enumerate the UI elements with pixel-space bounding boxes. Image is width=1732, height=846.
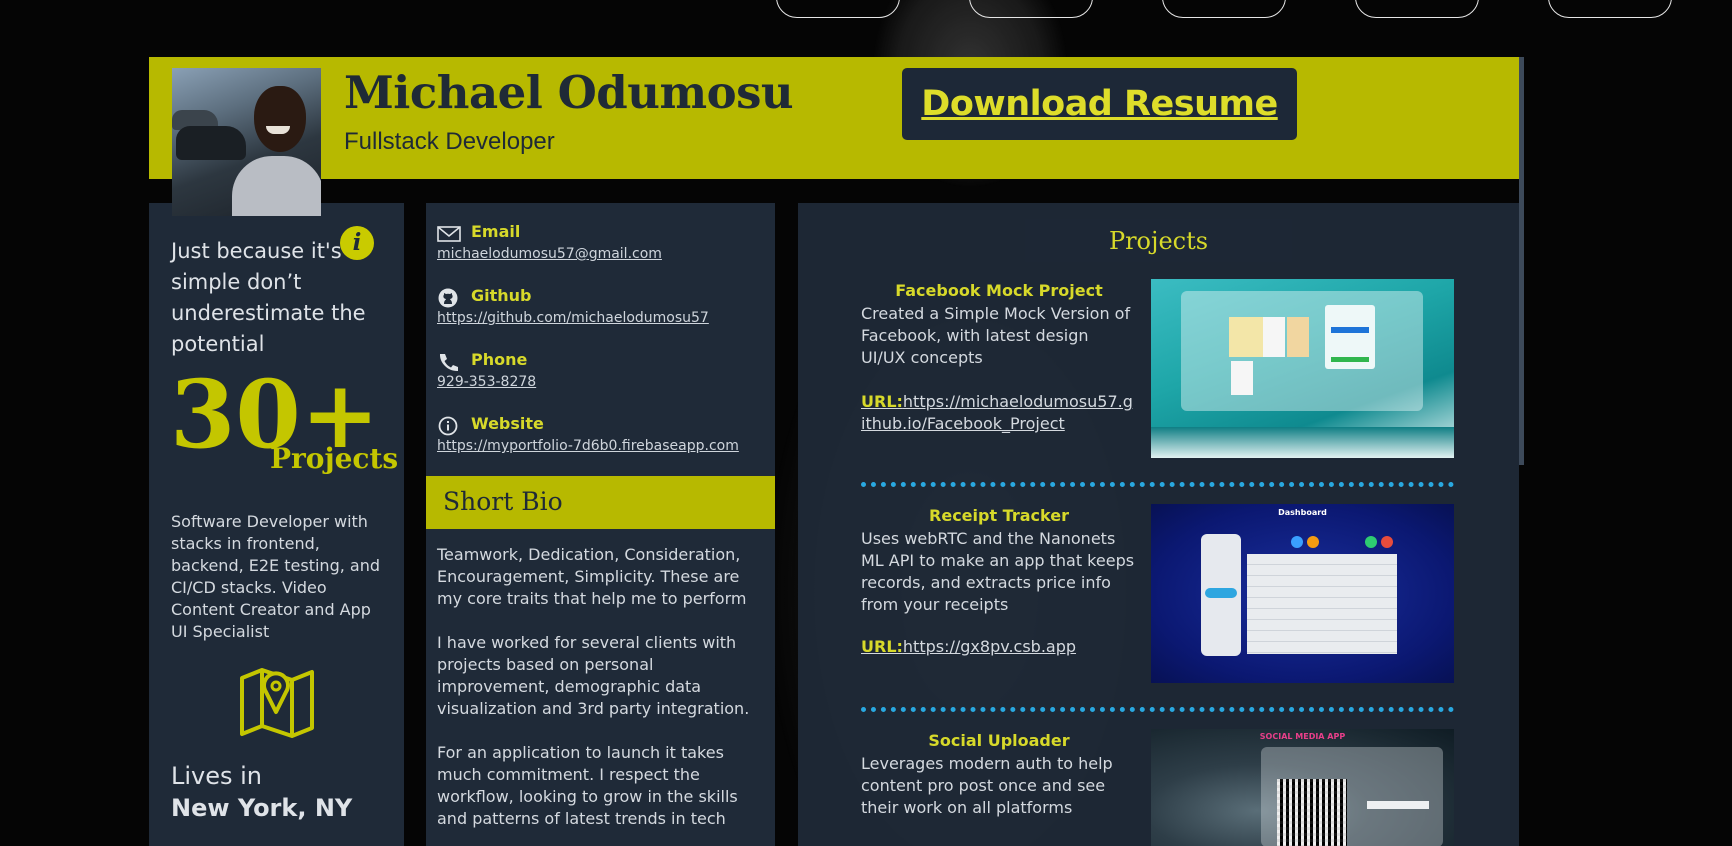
download-resume-label: Download Resume: [921, 84, 1278, 124]
lives-in-label: Lives in: [171, 762, 263, 790]
project-count-label: Projects: [270, 442, 399, 475]
url-prefix: URL:: [861, 637, 903, 656]
bio-paragraph: For an application to launch it takes mu…: [437, 743, 738, 828]
social-uploader-screenshot[interactable]: SOCIAL MEDIA APP: [1151, 729, 1454, 846]
profile-name: Michael Odumosu: [344, 66, 794, 119]
projects-title: Projects: [1108, 226, 1209, 255]
top-navigation: [776, 0, 1672, 18]
url-prefix: URL:: [861, 392, 903, 411]
facebook-project-screenshot[interactable]: [1151, 279, 1454, 458]
nav-pill-1[interactable]: [776, 0, 900, 18]
github-icon: [438, 288, 458, 308]
info-circle-icon: [438, 416, 458, 436]
screenshot-caption: SOCIAL MEDIA APP: [1259, 732, 1346, 741]
bio-paragraph: Teamwork, Dedication, Consideration, Enc…: [437, 545, 747, 608]
project-description: Uses webRTC and the Nanonets ML API to m…: [861, 529, 1135, 614]
screenshot-caption: Dashboard: [1278, 508, 1327, 517]
project-url-link[interactable]: URL:https://gx8pv.csb.app: [861, 636, 1137, 658]
project-title: Social Uploader: [928, 731, 1070, 750]
phone-label: Phone: [471, 350, 528, 369]
project-url[interactable]: https://gx8pv.csb.app: [903, 637, 1076, 656]
phone-link[interactable]: 929-353-8278: [437, 374, 536, 390]
avatar: [172, 68, 321, 216]
website-link[interactable]: https://myportfolio-7d6b0.firebaseapp.co…: [437, 438, 739, 454]
scroll-edge: [1519, 57, 1524, 465]
bio-paragraph: I have worked for several clients with p…: [437, 633, 750, 718]
project-title: Receipt Tracker: [929, 506, 1069, 525]
email-label: Email: [471, 222, 521, 241]
nav-pill-4[interactable]: [1355, 0, 1479, 18]
github-label: Github: [471, 286, 532, 305]
github-link[interactable]: https://github.com/michaelodumosu57: [437, 310, 709, 326]
project-divider: [861, 707, 1454, 712]
profile-summary: Software Developer with stacks in fronte…: [171, 512, 380, 641]
profile-role: Fullstack Developer: [344, 128, 555, 155]
receipt-tracker-screenshot[interactable]: Dashboard: [1151, 504, 1454, 683]
envelope-icon: [437, 226, 461, 242]
map-location-icon: [240, 668, 314, 738]
email-link[interactable]: michaelodumosu57@gmail.com: [437, 246, 662, 262]
website-label: Website: [471, 414, 544, 433]
project-divider: [861, 482, 1454, 487]
short-bio-title: Short Bio: [443, 487, 563, 516]
short-bio-text: Teamwork, Dedication, Consideration, Enc…: [437, 544, 765, 846]
info-icon[interactable]: i: [340, 226, 374, 260]
city-text: New York, NY: [171, 794, 353, 822]
project-title: Facebook Mock Project: [895, 281, 1103, 300]
download-resume-button[interactable]: Download Resume: [902, 68, 1297, 140]
project-description: Leverages modern auth to help content pr…: [861, 754, 1113, 817]
phone-icon: [439, 354, 458, 372]
nav-pill-5[interactable]: [1548, 0, 1672, 18]
project-url-link[interactable]: URL:https://michaelodumosu57.github.io/F…: [861, 391, 1137, 435]
nav-pill-2[interactable]: [969, 0, 1093, 18]
nav-pill-3[interactable]: [1162, 0, 1286, 18]
project-description: Created a Simple Mock Version of Faceboo…: [861, 304, 1131, 367]
projects-header: Projects: [1025, 219, 1292, 262]
short-bio-header: Short Bio: [426, 476, 775, 529]
